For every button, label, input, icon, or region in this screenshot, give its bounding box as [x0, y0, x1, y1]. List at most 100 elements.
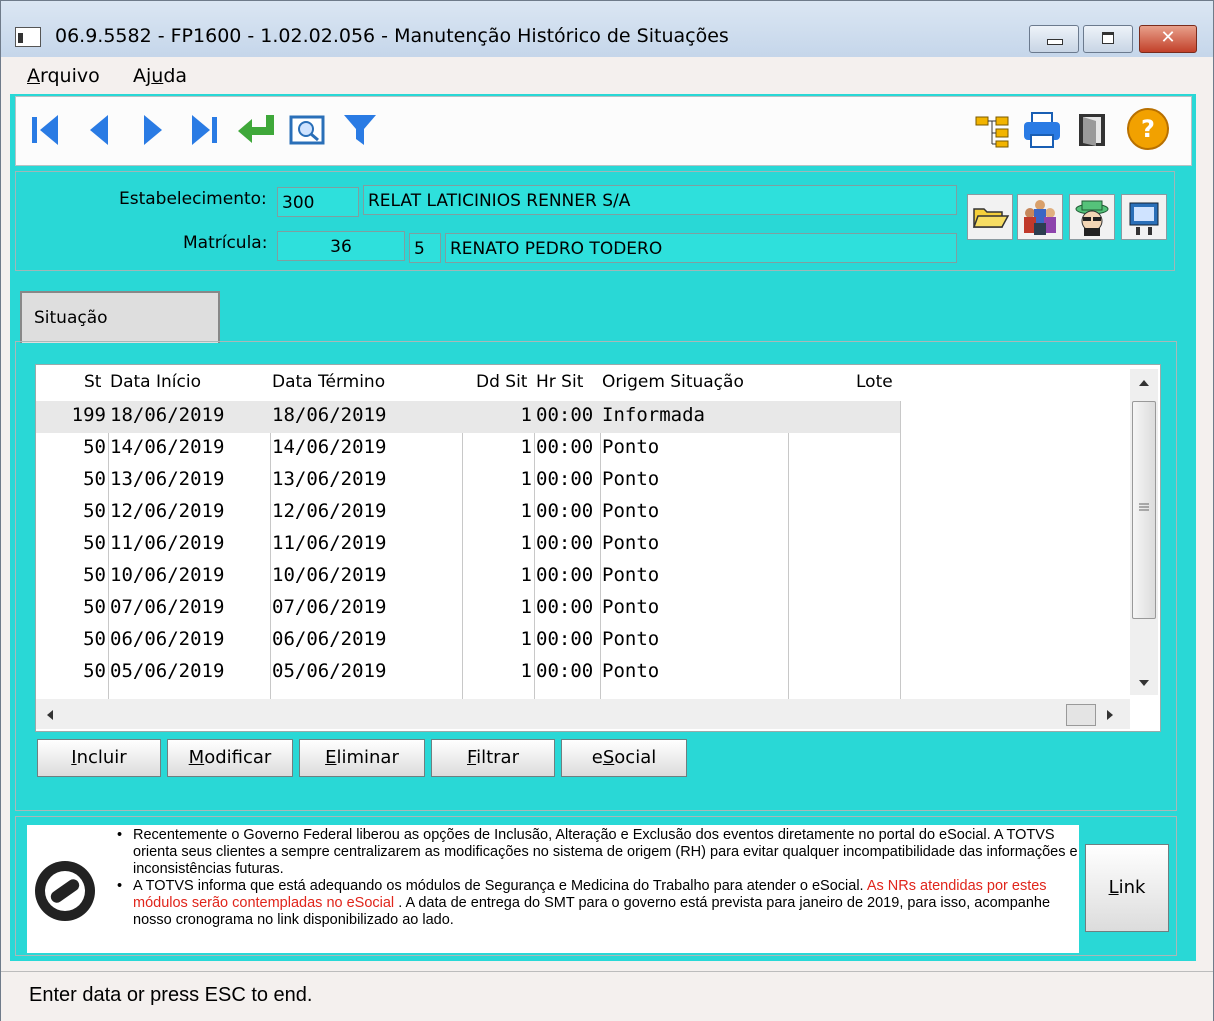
vertical-scroll-thumb[interactable]	[1132, 401, 1156, 619]
cell-inicio: 13/06/2019	[110, 468, 225, 490]
column-header-data-inicio[interactable]: Data Início	[110, 372, 201, 392]
exit-door-icon[interactable]	[1074, 111, 1112, 149]
estabelecimento-label: Estabelecimento:	[119, 189, 267, 209]
cell-termino: 14/06/2019	[272, 436, 387, 458]
cell-inicio: 12/06/2019	[110, 500, 225, 522]
notice-bullet-1: Recentemente o Governo Federal liberou a…	[111, 827, 1081, 878]
matricula-field[interactable]: 36	[277, 231, 405, 261]
estabelecimento-code-field[interactable]: 300	[277, 187, 359, 217]
cell-dd: 1	[520, 404, 532, 426]
tree-icon[interactable]	[974, 111, 1012, 149]
esocial-notice: Recentemente o Governo Federal liberou a…	[27, 825, 1079, 953]
app-icon[interactable]	[15, 27, 41, 47]
scroll-up-icon[interactable]	[1138, 379, 1150, 387]
table-row[interactable]: 50 05/06/2019 05/06/2019 1 00:00 Ponto	[36, 657, 900, 689]
column-header-st[interactable]: St	[84, 372, 101, 392]
zoom-icon[interactable]	[288, 111, 328, 149]
toolbar: ?	[15, 96, 1192, 166]
return-icon[interactable]	[236, 111, 280, 149]
grip-icon	[1139, 503, 1149, 511]
column-header-hr-sit[interactable]: Hr Sit	[536, 372, 583, 392]
menu-ajuda[interactable]: Ajuda	[133, 65, 187, 87]
cell-st: 50	[83, 500, 106, 522]
cell-hr: 00:00	[536, 468, 594, 490]
application-window: 06.9.5582 - FP1600 - 1.02.02.056 - Manut…	[0, 0, 1214, 1021]
esocial-button[interactable]: eSocial	[561, 739, 687, 777]
cell-termino: 13/06/2019	[272, 468, 387, 490]
help-icon[interactable]: ?	[1126, 107, 1170, 151]
link-button[interactable]: Link	[1085, 844, 1169, 932]
table-row[interactable]: 50 07/06/2019 07/06/2019 1 00:00 Ponto	[36, 593, 900, 625]
cell-origem: Ponto	[602, 468, 660, 490]
cell-st: 50	[83, 468, 106, 490]
cell-termino: 10/06/2019	[272, 564, 387, 586]
tab-situacao[interactable]: Situação	[20, 291, 220, 343]
cell-st: 50	[83, 436, 106, 458]
cell-hr: 00:00	[536, 500, 594, 522]
column-header-data-termino[interactable]: Data Término	[272, 372, 385, 392]
print-icon[interactable]	[1022, 111, 1062, 149]
people-button[interactable]	[1017, 194, 1063, 240]
folder-open-icon	[972, 208, 1010, 228]
prev-record-icon[interactable]	[82, 111, 118, 149]
table-row[interactable]: 50 10/06/2019 10/06/2019 1 00:00 Ponto	[36, 561, 900, 593]
cell-inicio: 06/06/2019	[110, 628, 225, 650]
modificar-button[interactable]: Modificar	[167, 739, 293, 777]
film-icon	[1129, 202, 1159, 235]
situations-grid[interactable]: St Data Início Data Término Dd Sit Hr Si…	[35, 364, 1161, 732]
cell-dd: 1	[520, 468, 532, 490]
cell-termino: 05/06/2019	[272, 660, 387, 682]
menu-arquivo[interactable]: Arquivo	[27, 65, 100, 87]
cell-termino: 11/06/2019	[272, 532, 387, 554]
column-header-dd-sit[interactable]: Dd Sit	[476, 372, 527, 392]
cell-st: 50	[83, 628, 106, 650]
table-row[interactable]: 50 06/06/2019 06/06/2019 1 00:00 Ponto	[36, 625, 900, 657]
cell-inicio: 14/06/2019	[110, 436, 225, 458]
cell-st: 50	[83, 564, 106, 586]
close-button[interactable]: ✕	[1139, 25, 1197, 53]
cell-hr: 00:00	[536, 404, 594, 426]
first-record-icon[interactable]	[28, 111, 64, 149]
table-row[interactable]: 50 11/06/2019 11/06/2019 1 00:00 Ponto	[36, 529, 900, 561]
table-row[interactable]: 50 13/06/2019 13/06/2019 1 00:00 Ponto	[36, 465, 900, 497]
cell-origem: Ponto	[602, 436, 660, 458]
vertical-scrollbar[interactable]	[1130, 369, 1158, 695]
cell-dd: 1	[520, 628, 532, 650]
cell-origem: Ponto	[602, 564, 660, 586]
cell-dd: 1	[520, 500, 532, 522]
close-icon: ✕	[1160, 27, 1176, 48]
table-row[interactable]: 50 14/06/2019 14/06/2019 1 00:00 Ponto	[36, 433, 900, 465]
cell-inicio: 18/06/2019	[110, 404, 225, 426]
horizontal-scroll-thumb[interactable]	[1066, 704, 1096, 726]
filter-icon[interactable]	[342, 111, 378, 149]
title-bar[interactable]: 06.9.5582 - FP1600 - 1.02.02.056 - Manut…	[1, 1, 1213, 57]
cell-dd: 1	[520, 436, 532, 458]
scroll-down-icon[interactable]	[1138, 679, 1150, 687]
cell-hr: 00:00	[536, 532, 594, 554]
open-folder-button[interactable]	[967, 194, 1013, 240]
scroll-left-icon[interactable]	[46, 709, 54, 721]
cell-termino: 06/06/2019	[272, 628, 387, 650]
scroll-right-icon[interactable]	[1106, 709, 1114, 721]
menu-bar: Arquivo Ajuda	[1, 59, 1213, 93]
maximize-button[interactable]	[1083, 25, 1133, 53]
incluir-button[interactable]: Incluir	[37, 739, 161, 777]
table-row[interactable]: 199 18/06/2019 18/06/2019 1 00:00 Informada	[36, 401, 900, 433]
cell-hr: 00:00	[536, 660, 594, 682]
table-row[interactable]: 50 12/06/2019 12/06/2019 1 00:00 Ponto	[36, 497, 900, 529]
column-header-origem[interactable]: Origem Situação	[602, 372, 744, 392]
last-record-icon[interactable]	[186, 111, 222, 149]
filtrar-button[interactable]: Filtrar	[431, 739, 555, 777]
minimize-button[interactable]	[1029, 25, 1079, 53]
horizontal-scrollbar[interactable]	[36, 699, 1130, 729]
tab-label: Situação	[34, 308, 108, 328]
cell-st: 199	[71, 404, 106, 426]
film-button[interactable]	[1121, 194, 1167, 240]
next-record-icon[interactable]	[134, 111, 170, 149]
cell-origem: Informada	[602, 404, 705, 426]
eliminar-button[interactable]: Eliminar	[299, 739, 425, 777]
column-header-lote[interactable]: Lote	[856, 372, 893, 392]
cell-hr: 00:00	[536, 564, 594, 586]
totvs-logo-icon	[35, 861, 95, 921]
detective-button[interactable]	[1069, 194, 1115, 240]
